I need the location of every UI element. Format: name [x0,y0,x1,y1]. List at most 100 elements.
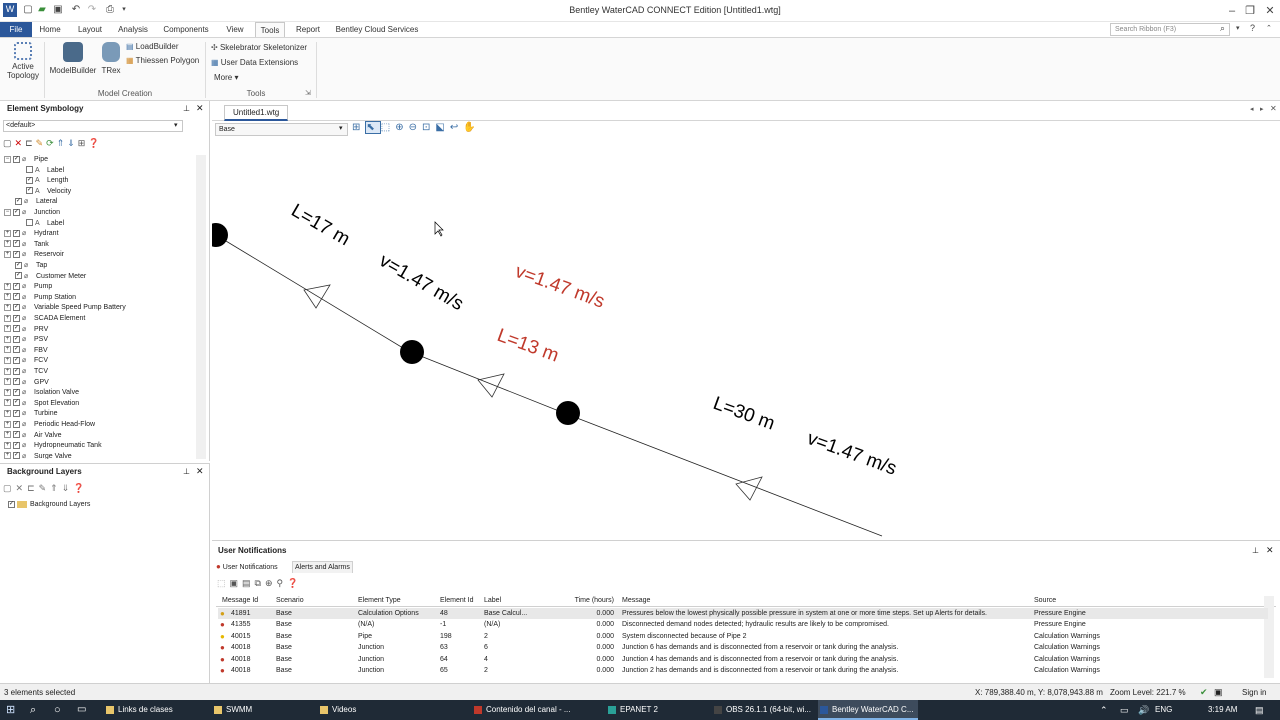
checkbox[interactable]: ✓ [13,399,20,407]
user-data-extensions-button[interactable]: ▦ User Data Extensions [211,57,298,69]
redo-icon[interactable]: ↷ [86,4,98,16]
select-pointer-icon[interactable]: ⬉ [365,121,381,134]
report-icon[interactable]: ⧉ [255,578,265,588]
filter-icon[interactable]: ⚲ [277,578,288,588]
symbology-tree-item[interactable]: + ✓ ⌀ FCV [4,356,48,366]
network-icon[interactable]: ▭ [1120,700,1129,720]
modelbuilder-button[interactable]: ModelBuilder [48,42,98,75]
collapse-ribbon-icon[interactable]: ⌃ [1266,24,1272,32]
symbology-tree-item[interactable]: + ✓ ⌀ FBV [4,346,48,356]
column-header[interactable]: Message Id [222,595,258,606]
zoom-in-icon[interactable]: ⊕ [395,122,408,133]
zoom-out-icon[interactable]: ⊖ [409,122,422,133]
undo-icon[interactable]: ↶ [70,4,82,16]
cortana-icon[interactable]: ○ [54,700,61,720]
symbology-tree-item[interactable]: + ✓ ⌀ Tank [4,240,49,250]
close-window-icon[interactable]: ✕ [1260,3,1280,19]
new-icon[interactable]: ▢ [3,138,15,148]
zoom-to-icon[interactable]: ⬚ [217,578,230,588]
junction-node[interactable] [400,340,424,364]
tab-home[interactable]: Home [34,22,66,37]
down-layer-icon[interactable]: ⇓ [62,483,74,493]
pin-icon[interactable]: ⊥ [183,467,190,476]
expand-all-icon[interactable]: ⊞ [78,138,89,148]
symbology-tree-item[interactable]: + ✓ ⌀ Pump [4,282,52,292]
symbology-tree-item[interactable]: ✓ A Velocity [26,187,71,197]
tab-alerts-alarms[interactable]: Alerts and Alarms [292,561,353,573]
expand-icon[interactable]: + [4,240,11,248]
pipe-1[interactable] [215,234,409,352]
checkbox[interactable]: ✓ [13,293,20,301]
sign-in-link[interactable]: Sign in [1242,688,1266,697]
checkbox[interactable]: ✓ [13,314,20,322]
expand-icon[interactable]: + [4,452,11,459]
collapse-icon[interactable]: − [4,155,11,163]
tree-scrollbar[interactable] [196,155,206,459]
network-drawing[interactable]: L=17 m v=1.47 m/s v=1.47 m/s L=13 m L=30… [212,138,1278,538]
checkbox[interactable]: ✓ [8,500,15,508]
tab-components[interactable]: Components [160,22,212,37]
taskbar-app[interactable]: Contenido del canal - ... [472,700,598,720]
symbology-tree-item[interactable]: ✓ ⌀ Customer Meter [4,272,86,282]
tray-chevron-icon[interactable]: ⌃ [1100,700,1108,720]
column-header[interactable]: Source [1034,595,1056,606]
expand-icon[interactable]: + [4,357,11,365]
volume-icon[interactable]: 🔊 [1138,700,1149,720]
search-icon[interactable]: ⌕ [1220,23,1225,34]
expand-icon[interactable]: + [4,399,11,407]
minimize-icon[interactable]: – [1222,3,1242,19]
symbology-tree-item[interactable]: A Label [26,166,64,176]
open-file-icon[interactable]: ▰ [36,4,48,16]
symbology-tree-item[interactable]: ✓ A Length [26,176,68,186]
help-icon[interactable]: ❓ [73,483,88,493]
task-view-icon[interactable]: ▭ [77,700,86,720]
zoom-previous-icon[interactable]: ↩ [450,122,463,133]
table-row[interactable]: ● 40018 Base Junction 63 6 0.000 Junction 6 has… [218,642,1268,653]
column-header[interactable]: Scenario [276,595,304,606]
checkbox[interactable]: ✓ [13,229,20,237]
checkbox[interactable]: ✓ [26,187,33,195]
tab-report[interactable]: Report [292,22,324,37]
taskbar-app[interactable]: EPANET 2 [606,700,706,720]
table-row[interactable]: ● 40018 Base Junction 64 4 0.000 Junction 4 has… [218,654,1268,665]
expand-icon[interactable]: + [4,431,11,439]
collapse-icon[interactable]: − [4,208,11,216]
checkbox[interactable]: ✓ [26,176,33,184]
copy-icon[interactable]: ▤ [242,578,255,588]
restore-icon[interactable]: ❐ [1240,3,1260,19]
document-tab[interactable]: Untitled1.wtg [224,105,289,121]
dialog-launcher-icon[interactable]: ⇲ [305,89,311,97]
help-icon[interactable]: ❓ [287,578,302,588]
taskbar-app[interactable]: SWMM [212,700,312,720]
expand-icon[interactable]: + [4,378,11,386]
save-icon[interactable]: ▣ [230,578,243,588]
trex-button[interactable]: TRex [100,42,122,75]
symbology-tree-item[interactable]: + ✓ ⌀ PRV [4,325,48,335]
checkbox[interactable]: ✓ [13,388,20,396]
expand-icon[interactable]: + [4,367,11,375]
scroll-right-icon[interactable]: ▸ [1260,105,1264,113]
search-ribbon-input[interactable]: Search Ribbon (F3) [1110,23,1230,36]
checkbox[interactable]: ✓ [13,441,20,449]
delete-icon[interactable]: ✕ [15,138,26,148]
expand-icon[interactable]: + [4,282,11,290]
checkbox[interactable] [26,166,33,174]
expand-icon[interactable]: + [4,229,11,237]
expand-icon[interactable]: + [4,314,11,322]
tab-user-notifications[interactable]: ● User Notifications [216,561,278,573]
scenario-dropdown[interactable]: Base [215,123,348,136]
taskbar-app[interactable]: Bentley WaterCAD C... [818,700,918,720]
symbology-tree-item[interactable]: ✓ ⌀ Tap [4,261,47,271]
checkbox[interactable]: ✓ [13,378,20,386]
checkbox[interactable]: ✓ [13,240,20,248]
zoom-window-icon[interactable]: ⊡ [422,122,435,133]
close-document-icon[interactable]: ✕ [1270,104,1277,113]
checkbox[interactable]: ✓ [15,261,22,269]
help-icon[interactable]: ? [1250,23,1255,33]
tab-bentley-cloud[interactable]: Bentley Cloud Services [332,22,422,37]
symbology-tree-item[interactable]: + ✓ ⌀ Turbine [4,409,57,419]
checkbox[interactable]: ✓ [13,346,20,354]
pipe-3[interactable] [563,412,883,537]
checkbox[interactable]: ✓ [13,251,20,259]
windows-start-icon[interactable]: ⊞ [6,700,15,720]
